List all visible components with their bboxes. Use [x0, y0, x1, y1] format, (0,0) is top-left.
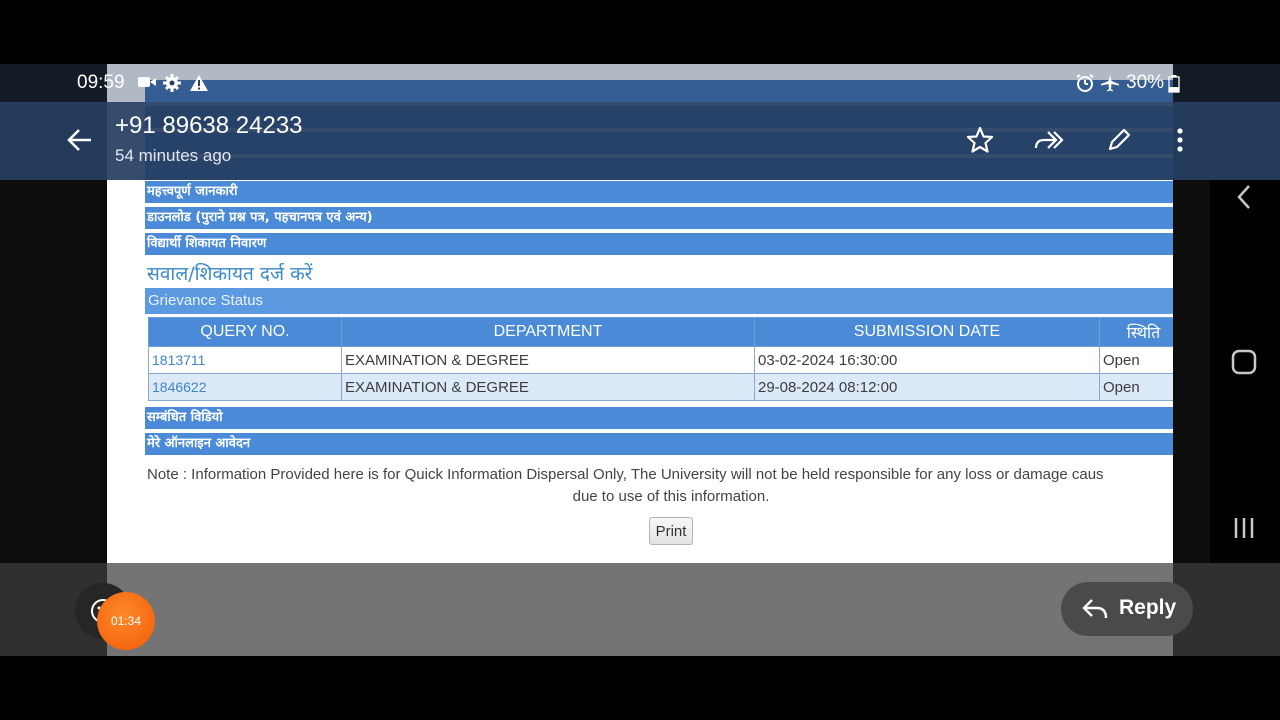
- status-cell: Open: [1099, 346, 1173, 374]
- department-cell: EXAMINATION & DEGREE: [341, 346, 755, 374]
- submission-date-cell: 29-08-2024 08:12:00: [754, 373, 1100, 401]
- col-submission-date: SUBMISSION DATE: [754, 317, 1100, 347]
- menu-row-online-applications[interactable]: मेरे ऑनलाइन आवेदन: [145, 433, 1173, 455]
- grievance-status-header: Grievance Status: [145, 288, 1173, 314]
- battery-percent: 30%: [1126, 72, 1165, 93]
- disclaimer-note: Note : Information Provided here is for …: [147, 466, 1104, 483]
- submission-date-cell: 03-02-2024 16:30:00: [754, 346, 1100, 374]
- back-arrow-icon[interactable]: [64, 124, 96, 156]
- col-status: स्थिति: [1099, 317, 1173, 347]
- table-header-row: QUERY NO. DEPARTMENT SUBMISSION DATE स्थ…: [148, 317, 1173, 347]
- warning-icon: [190, 75, 208, 91]
- menu-row-grievance[interactable]: विद्यार्थी शिकायत निवारण: [145, 233, 1173, 255]
- grievance-table: QUERY NO. DEPARTMENT SUBMISSION DATE स्थ…: [148, 317, 1173, 401]
- gear-icon: [163, 74, 181, 92]
- forward-icon[interactable]: [1032, 126, 1066, 154]
- message-time-ago: 54 minutes ago: [115, 146, 232, 165]
- recording-timer[interactable]: 01:34: [97, 592, 155, 650]
- menu-row-related-videos[interactable]: सम्बंधित विडियो: [145, 407, 1173, 429]
- message-app-bar: +91 89638 24233 54 minutes ago: [0, 102, 1280, 180]
- battery-icon: [1168, 75, 1180, 93]
- status-bar: 09:59 30%: [0, 64, 1280, 102]
- menu-row-downloads[interactable]: डाउनलोड (पुराने प्रश्न पत्र, पहचानपत्र ए…: [145, 207, 1173, 229]
- col-query-no: QUERY NO.: [148, 317, 342, 347]
- print-button[interactable]: Print: [649, 517, 693, 545]
- reply-button[interactable]: Reply: [1061, 582, 1193, 636]
- reply-label: Reply: [1119, 596, 1177, 619]
- menu-row-important-info[interactable]: महत्त्वपूर्ण जानकारी: [145, 181, 1173, 203]
- home-square-icon[interactable]: [1226, 344, 1262, 380]
- register-complaint-link[interactable]: सवाल/शिकायत दर्ज करें: [147, 260, 312, 286]
- reply-arrow-icon: [1082, 599, 1108, 619]
- edit-pencil-icon[interactable]: [1105, 126, 1133, 154]
- department-cell: EXAMINATION & DEGREE: [341, 373, 755, 401]
- alarm-icon: [1076, 74, 1094, 92]
- disclaimer-note-continued: due to use of this information.: [572, 488, 770, 505]
- recent-apps-icon[interactable]: [1226, 510, 1262, 546]
- sender-number: +91 89638 24233: [115, 112, 303, 139]
- col-department: DEPARTMENT: [341, 317, 755, 347]
- more-options-icon[interactable]: [1170, 126, 1190, 154]
- video-camera-icon: [138, 77, 156, 87]
- query-no-link[interactable]: 1813711: [148, 346, 342, 374]
- table-row: 1813711 EXAMINATION & DEGREE 03-02-2024 …: [148, 346, 1173, 374]
- table-row: 1846622 EXAMINATION & DEGREE 29-08-2024 …: [148, 373, 1173, 401]
- clock: 09:59: [77, 72, 125, 93]
- star-icon[interactable]: [966, 126, 994, 154]
- back-chevron-icon[interactable]: [1226, 179, 1262, 215]
- query-no-link[interactable]: 1846622: [148, 373, 342, 401]
- airplane-mode-icon: [1101, 75, 1119, 92]
- status-cell: Open: [1099, 373, 1173, 401]
